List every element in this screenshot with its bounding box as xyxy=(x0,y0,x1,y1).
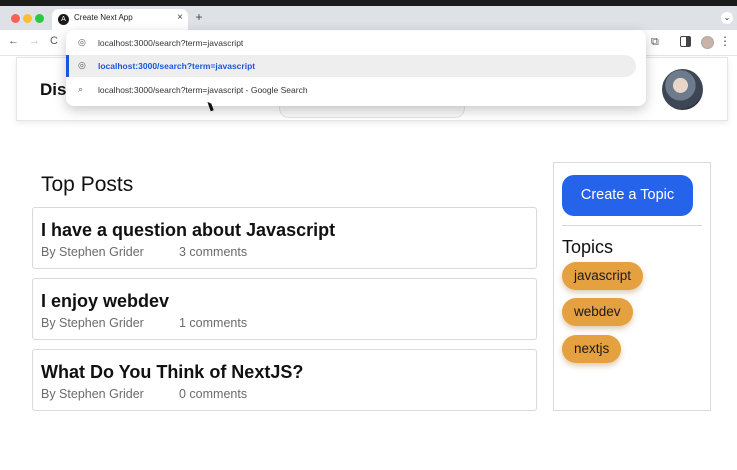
topics-heading: Topics xyxy=(562,237,614,257)
post-author: By Stephen Grider xyxy=(41,316,144,330)
topics-sidebar: Create a Topic Topics javascript webdev … xyxy=(553,162,711,411)
post-title[interactable]: What Do You Think of NextJS? xyxy=(41,362,303,383)
post-card[interactable]: I enjoy webdev By Stephen Grider 1 comme… xyxy=(32,278,537,340)
more-menu-icon[interactable]: ⋮ xyxy=(719,34,731,48)
globe-icon: ◎ xyxy=(78,37,86,47)
tab-strip: A Create Next App × + ⌄ xyxy=(0,6,737,30)
profile-avatar[interactable] xyxy=(701,36,714,49)
side-panel-icon[interactable] xyxy=(680,36,691,47)
forward-arrow-icon[interactable]: → xyxy=(29,35,40,47)
post-card[interactable]: I have a question about Javascript By St… xyxy=(32,207,537,269)
suggestion-text[interactable]: localhost:3000/search?term=javascript - … xyxy=(98,85,308,95)
post-comment-count: 3 comments xyxy=(179,245,248,259)
suggestion-text[interactable]: localhost:3000/search?term=javascript xyxy=(98,61,255,71)
topic-chip-nextjs[interactable]: nextjs xyxy=(562,335,622,363)
post-title[interactable]: I enjoy webdev xyxy=(41,291,169,312)
browser-tab[interactable]: A Create Next App × xyxy=(52,9,188,30)
suggestion-selection-bar xyxy=(66,55,69,77)
post-card[interactable]: What Do You Think of NextJS? By Stephen … xyxy=(32,349,537,411)
page-title: Top Posts xyxy=(41,173,134,196)
tab-close-icon[interactable]: × xyxy=(177,12,183,23)
post-author: By Stephen Grider xyxy=(41,387,144,401)
globe-icon: ◎ xyxy=(78,60,86,70)
post-title[interactable]: I have a question about Javascript xyxy=(41,220,335,241)
post-comment-count: 1 comments xyxy=(179,316,248,330)
address-bar-dropdown: ◎ localhost:3000/search?term=javascript … xyxy=(66,30,646,106)
new-tab-button[interactable]: + xyxy=(192,11,206,25)
extensions-icon[interactable]: ⧉ xyxy=(651,36,663,48)
tab-search-button[interactable]: ⌄ xyxy=(721,12,733,24)
topic-chip-javascript[interactable]: javascript xyxy=(562,262,644,290)
address-bar-input[interactable]: ◎ localhost:3000/search?term=javascript xyxy=(66,32,646,54)
user-avatar[interactable] xyxy=(662,69,703,110)
post-author: By Stephen Grider xyxy=(41,245,144,259)
address-bar-text[interactable]: localhost:3000/search?term=javascript xyxy=(98,38,243,48)
tab-title: Create Next App xyxy=(74,13,133,22)
topic-chip-webdev[interactable]: webdev xyxy=(562,298,633,326)
search-icon: ⌕ xyxy=(78,84,84,94)
tab-favicon-icon: A xyxy=(58,14,69,25)
back-arrow-icon[interactable]: ← xyxy=(8,35,19,47)
minimize-window-button[interactable] xyxy=(23,14,32,23)
create-topic-button[interactable]: Create a Topic xyxy=(562,175,693,216)
maximize-window-button[interactable] xyxy=(35,14,44,23)
omnibox-suggestion[interactable]: ⌕ localhost:3000/search?term=javascript … xyxy=(66,79,646,101)
omnibox-suggestion[interactable]: ◎ localhost:3000/search?term=javascript xyxy=(66,55,646,77)
sidebar-divider xyxy=(562,225,702,226)
close-window-button[interactable] xyxy=(11,14,20,23)
reload-icon[interactable]: C xyxy=(50,35,58,47)
post-comment-count: 0 comments xyxy=(179,387,248,401)
site-logo-text[interactable]: Dis xyxy=(40,80,66,100)
